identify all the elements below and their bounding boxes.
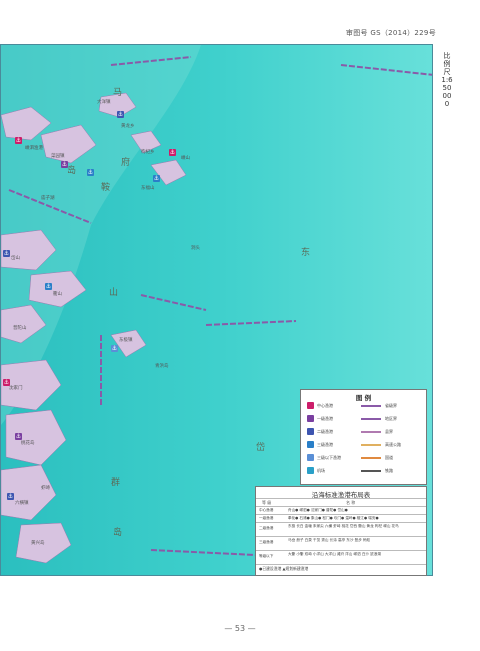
place-label: 嵊泗渔港 [25,146,43,151]
anchor-icon[interactable]: ⚓ [87,169,94,176]
place-label: 虾峙 [41,486,50,491]
table-divider [256,506,426,507]
scale-text: 比例尺 1:650 000 [441,52,453,108]
anchor-icon[interactable]: ⚓ [61,161,68,168]
region-label: 山 [109,288,119,298]
legend-line [361,470,381,472]
legend-port-icon [307,415,314,422]
anchor-icon[interactable]: ⚓ [15,137,22,144]
table-divider [256,522,426,523]
anchor-icon[interactable]: ⚓ [111,345,118,352]
legend-line [361,418,381,420]
table-cell-names: 马岙 册子 白泉 干览 秀山 长涂 高亭 东沙 登步 蚂蚁 [288,538,371,542]
place-label: 岱山 [11,256,20,261]
legend-port-icon [307,428,314,435]
page-number: — 53 — [224,624,256,633]
region-label: 岛 [113,528,123,538]
legend-item-label: 县界 [385,429,393,434]
table-cell-names: 大衢 小衢 双峙 小洋山 大洋山 滩浒 洋山 嵊泗 白沙 鼠浪湖 [288,552,381,556]
place-label: 六横镇 [15,501,29,506]
place-label: 黄龙乡 [121,124,135,129]
legend-item-label: 二级渔港 [317,429,333,434]
legend-item-label: 中心渔港 [317,403,333,408]
place-label: 东极镇 [119,338,133,343]
legend-line [361,457,381,459]
legend-airport-icon [307,467,314,474]
legend-item-label: 机场 [317,468,325,473]
approval-number: 审图号 GS（2014）229号 [345,29,436,37]
place-label: 庙子湖 [41,196,55,201]
region-label: 岱 [256,443,266,453]
table-cell-grade: 中心渔港 [259,508,274,512]
table-cell-grade: 二级渔港 [259,526,274,530]
place-label: 沈家门 [9,386,23,391]
legend-title: 图 例 [355,394,372,402]
place-label: 东福山 [141,186,155,191]
table-divider [256,536,426,537]
anchor-icon[interactable]: ⚓ [169,149,176,156]
region-label: 东 [301,248,311,258]
anchor-icon[interactable]: ⚓ [45,283,52,290]
table-divider [256,498,426,499]
place-label: 普陀山 [13,326,27,331]
table-divider [256,564,426,565]
anchor-icon[interactable]: ⚓ [117,111,124,118]
table-cell-grade: 等级以下 [259,554,274,558]
place-label: 菜园镇 [51,154,65,159]
legend-item-label: 三级以下渔港 [317,455,341,460]
region-label: 府 [121,158,131,168]
legend-item-label: 高速公路 [385,442,401,447]
place-label: 嵊山 [181,156,190,161]
table-divider [256,550,426,551]
place-label: 大洋镇 [97,100,111,105]
legend: 图 例 中心渔港 一级渔港 二级渔港 三级渔港 三级以下渔港 机场 省级界 地区… [300,389,427,485]
table-cell-grade: 三级渔港 [259,540,274,544]
legend-port-icon [307,402,314,409]
legend-line [361,405,381,407]
region-label: 群 [111,478,121,488]
table-cell-names: 东极 长白 金塘 朱家尖 六横 虾峙 桃花 岱西 衢山 黄龙 枸杞 嵊山 花鸟 [288,524,399,528]
table-divider [256,514,426,515]
legend-port-icon [307,454,314,461]
table-cell-names: 奉化● 石浦● 象山● 松门● 坎门● 温岭● 椒江● 瑞安● [288,516,379,520]
legend-port-icon [307,441,314,448]
legend-item-label: 一级渔港 [317,416,333,421]
legend-item-label: 地区界 [385,416,397,421]
table-cell-names: 舟山● 嵊泗● 沈家门● 普陀● 岱山● [288,508,348,512]
legend-item-label: 省级界 [385,403,397,408]
legend-item-label: 国道 [385,455,393,460]
legend-line [361,444,381,446]
legend-item-label: 三级渔港 [317,442,333,447]
table-note: ●已建设渔港 ▲规划新建渔港 [259,566,309,571]
place-label: 枸杞乡 [141,150,155,155]
place-label: 洞头 [191,246,200,251]
legend-item-label: 铁路 [385,468,393,473]
legend-line [361,431,381,433]
region-label: 鞍 [101,183,111,193]
place-label: 桃花岛 [21,441,35,446]
port-layout-table: 沿海标准渔港布局表 等 级 名 称 中心渔港 舟山● 嵊泗● 沈家门● 普陀● … [255,486,427,576]
anchor-icon[interactable]: ⚓ [3,250,10,257]
anchor-icon[interactable]: ⚓ [3,379,10,386]
place-label: 青浜岛 [155,364,169,369]
anchor-icon[interactable]: ⚓ [153,175,160,182]
table-cell-grade: 一级渔港 [259,516,274,520]
region-label: 岛 [67,166,77,176]
anchor-icon[interactable]: ⚓ [15,433,22,440]
place-label: 衢山 [53,292,62,297]
region-label: 马 [113,88,123,98]
anchor-icon[interactable]: ⚓ [7,493,14,500]
place-label: 黄兴岛 [31,541,45,546]
